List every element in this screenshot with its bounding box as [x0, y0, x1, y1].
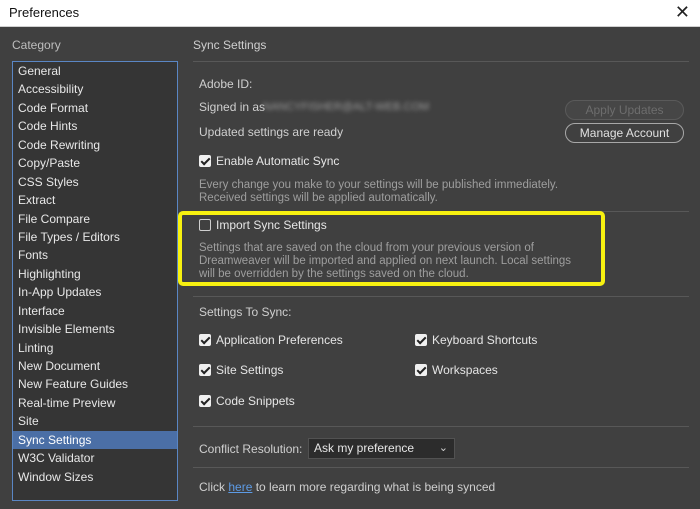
sidebar-item-accessibility[interactable]: Accessibility: [13, 80, 177, 98]
keyboard-shortcuts-checkbox[interactable]: Keyboard Shortcuts: [415, 333, 537, 347]
sidebar-item-new-feature-guides[interactable]: New Feature Guides: [13, 375, 177, 393]
sidebar-item-code-format[interactable]: Code Format: [13, 99, 177, 117]
sidebar-item-css-styles[interactable]: CSS Styles: [13, 173, 177, 191]
site-settings-label: Site Settings: [216, 363, 284, 377]
description-line: Received settings will be applied automa…: [199, 192, 438, 204]
conflict-resolution-select[interactable]: Ask my preference ⌄: [308, 438, 455, 459]
checkbox-icon: [199, 395, 211, 407]
site-settings-checkbox[interactable]: Site Settings: [199, 363, 283, 377]
title-bar: Preferences ✕: [0, 0, 700, 27]
section-divider: [193, 426, 689, 427]
enable-automatic-sync-checkbox[interactable]: Enable Automatic Sync: [199, 154, 339, 168]
sidebar-item-highlighting[interactable]: Highlighting: [13, 265, 177, 283]
chevron-down-icon: ⌄: [438, 442, 448, 454]
sidebar-item-invisible-elements[interactable]: Invisible Elements: [13, 320, 177, 338]
sidebar-item-interface[interactable]: Interface: [13, 302, 177, 320]
adobe-id-label: Adobe ID:: [199, 77, 253, 91]
checkbox-icon: [415, 364, 427, 376]
category-list[interactable]: General Accessibility Code Format Code Hint…: [12, 61, 178, 501]
sidebar-item-window-sizes[interactable]: Window Sizes: [13, 468, 177, 486]
checkbox-icon: [199, 334, 211, 346]
conflict-resolution-value: Ask my preference: [314, 441, 415, 455]
checkbox-icon: [415, 334, 427, 346]
footer-text-pre: Click: [199, 480, 229, 494]
enable-automatic-sync-label: Enable Automatic Sync: [216, 154, 340, 168]
sidebar-item-copy-paste[interactable]: Copy/Paste: [13, 154, 177, 172]
description-line: Every change you make to your settings w…: [199, 179, 559, 191]
sidebar-item-fonts[interactable]: Fonts: [13, 246, 177, 264]
application-preferences-checkbox[interactable]: Application Preferences: [199, 333, 343, 347]
annotation-highlight-box: [178, 211, 605, 286]
sidebar-item-sync-settings[interactable]: Sync Settings: [13, 430, 177, 450]
signed-in-label: Signed in as: [199, 100, 266, 114]
section-divider: [193, 296, 689, 297]
footer-text-post: to learn more regarding what is being sy…: [252, 480, 496, 494]
section-divider: [193, 61, 689, 62]
workspaces-checkbox[interactable]: Workspaces: [415, 363, 498, 377]
workspaces-label: Workspaces: [432, 363, 498, 377]
sidebar-item-code-hints[interactable]: Code Hints: [13, 117, 177, 135]
footer-help-text: Click here to learn more regarding what …: [199, 480, 495, 494]
sidebar-item-code-rewriting[interactable]: Code Rewriting: [13, 136, 177, 154]
sidebar-item-in-app-updates[interactable]: In-App Updates: [13, 283, 177, 301]
settings-to-sync-label: Settings To Sync:: [199, 305, 292, 319]
conflict-resolution-label: Conflict Resolution:: [199, 442, 303, 456]
close-icon[interactable]: ✕: [675, 2, 690, 22]
keyboard-shortcuts-label: Keyboard Shortcuts: [432, 333, 538, 347]
updated-settings-label: Updated settings are ready: [199, 125, 344, 139]
checkbox-icon: [199, 364, 211, 376]
sidebar-item-w3c-validator[interactable]: W3C Validator: [13, 449, 177, 467]
signed-in-email: NANCYFISHER@ALT-WEB.COM: [263, 101, 430, 113]
window-title: Preferences: [9, 5, 80, 20]
code-snippets-label: Code Snippets: [216, 394, 295, 408]
section-title: Sync Settings: [193, 38, 267, 52]
sidebar-item-file-types-editors[interactable]: File Types / Editors: [13, 228, 177, 246]
apply-updates-button[interactable]: Apply Updates: [565, 100, 684, 120]
sidebar-item-extract[interactable]: Extract: [13, 191, 177, 209]
code-snippets-checkbox[interactable]: Code Snippets: [199, 394, 295, 408]
sidebar-item-real-time-preview[interactable]: Real-time Preview: [13, 394, 177, 412]
sidebar-item-file-compare[interactable]: File Compare: [13, 210, 177, 228]
sidebar-item-linting[interactable]: Linting: [13, 339, 177, 357]
application-preferences-label: Application Preferences: [216, 333, 343, 347]
sidebar-item-general[interactable]: General: [13, 62, 177, 80]
enable-sync-description: Every change you make to your settings w…: [199, 179, 558, 205]
section-divider: [193, 467, 689, 468]
category-heading: Category: [12, 38, 61, 52]
sidebar-item-new-document[interactable]: New Document: [13, 357, 177, 375]
sidebar-item-site[interactable]: Site: [13, 412, 177, 430]
manage-account-button[interactable]: Manage Account: [565, 123, 684, 143]
checkbox-icon: [199, 155, 211, 167]
learn-more-link[interactable]: here: [228, 480, 252, 494]
